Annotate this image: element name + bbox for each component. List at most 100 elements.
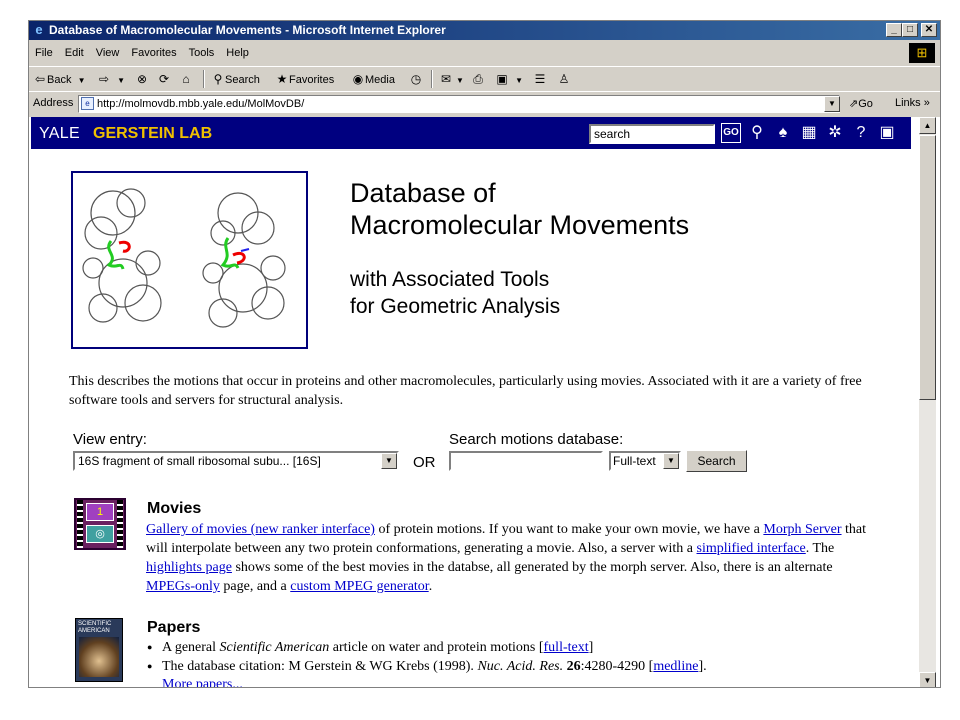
scroll-down-button[interactable]: ▼: [919, 672, 936, 687]
lab-header: YALE GERSTEIN LAB search GO ⚲ ♠ ▦ ✲ ? ▣: [31, 117, 911, 149]
browser-window: e Database of Macromolecular Movements -…: [28, 20, 941, 688]
film-frame: ◎: [86, 525, 114, 543]
yale-label[interactable]: YALE: [39, 125, 80, 143]
discuss-icon: ☰: [534, 72, 546, 86]
go-arrow-icon: ⇗: [849, 98, 859, 110]
print-icon: ⎙: [473, 72, 483, 86]
movies-film-icon[interactable]: 1 ◎: [74, 498, 126, 550]
address-bar: Address e http://molmovdb.mbb.yale.edu/M…: [29, 91, 940, 115]
menu-edit[interactable]: Edit: [59, 42, 90, 59]
messenger-button[interactable]: ♙: [557, 71, 571, 87]
home-icon: ⌂: [182, 72, 190, 86]
save-disk-icon[interactable]: ▣: [877, 123, 897, 143]
list-item: The database citation: M Gerstein & WG K…: [147, 657, 882, 676]
full-text-link[interactable]: full-text: [544, 640, 589, 655]
medline-link[interactable]: medline: [653, 659, 698, 674]
molecule-icon[interactable]: ✲: [825, 123, 845, 143]
search-motions-label: Search motions database:: [449, 431, 624, 448]
menu-view[interactable]: View: [90, 42, 126, 59]
scroll-thumb[interactable]: [919, 135, 936, 400]
go-button[interactable]: ⇗Go: [849, 97, 873, 110]
site-search-input[interactable]: search: [589, 124, 715, 144]
minimize-button[interactable]: _: [886, 23, 902, 37]
forward-arrow-icon: ⇨: [98, 72, 110, 86]
scientific-american-cover[interactable]: SCIENTIFIC AMERICAN: [75, 618, 123, 682]
stop-button[interactable]: ⊗: [135, 71, 149, 87]
back-button[interactable]: ⇦ Back ▼: [33, 71, 89, 87]
or-label: OR: [413, 454, 436, 471]
view-entry-label: View entry:: [73, 431, 147, 448]
ie-logo-icon: e: [35, 22, 43, 37]
bicycle-icon[interactable]: ⚲: [747, 123, 767, 143]
forward-button[interactable]: ⇨ ▼: [97, 71, 128, 87]
favorites-button[interactable]: ★ Favorites: [275, 71, 335, 87]
film-perforation: [117, 500, 123, 548]
protein-structure-illustration: [82, 188, 286, 328]
film-icon[interactable]: ▦: [799, 123, 819, 143]
film-perforation: [77, 500, 83, 548]
scroll-up-button[interactable]: ▲: [919, 117, 936, 134]
simplified-interface-link[interactable]: simplified interface: [697, 541, 806, 556]
papers-heading: Papers: [147, 619, 201, 636]
molecule-image: [71, 171, 308, 349]
chevron-down-icon: ▼: [456, 76, 464, 85]
address-label: Address: [33, 97, 74, 109]
search-motions-button[interactable]: Search: [686, 450, 747, 472]
title-bar[interactable]: e Database of Macromolecular Movements -…: [29, 21, 940, 40]
edit-button[interactable]: ▣ ▼: [495, 71, 526, 87]
chevron-down-icon: ▼: [117, 76, 126, 85]
search-mode-select[interactable]: Full-text ▼: [609, 451, 681, 471]
more-papers-link[interactable]: More papers...: [162, 677, 243, 687]
page-viewport: YALE GERSTEIN LAB search GO ⚲ ♠ ▦ ✲ ? ▣: [29, 117, 940, 687]
chevron-down-icon[interactable]: ▼: [381, 453, 397, 469]
page-subtitle: with Associated Tools for Geometric Anal…: [350, 268, 561, 318]
links-button[interactable]: Links »: [895, 97, 930, 109]
view-entry-select[interactable]: 16S fragment of small ribosomal subu... …: [73, 451, 399, 471]
favorites-icon: ★: [276, 72, 288, 86]
chevron-down-icon: ▼: [77, 76, 86, 85]
edit-icon: ▣: [496, 72, 508, 86]
help-icon[interactable]: ?: [851, 123, 871, 143]
maximize-button[interactable]: □: [902, 23, 918, 37]
movies-heading: Movies: [147, 500, 202, 517]
print-button[interactable]: ⎙: [471, 71, 485, 87]
search-button[interactable]: ⚲ Search: [211, 71, 260, 87]
mpegs-only-link[interactable]: MPEGs-only: [146, 579, 220, 594]
highlights-page-link[interactable]: highlights page: [146, 560, 232, 575]
close-button[interactable]: ✕: [921, 23, 937, 37]
refresh-button[interactable]: ⟳: [157, 71, 171, 87]
custom-mpeg-link[interactable]: custom MPEG generator: [290, 579, 428, 594]
home-button[interactable]: ⌂: [179, 71, 193, 87]
site-go-button[interactable]: GO: [721, 123, 741, 143]
toolbar-separator: [431, 70, 433, 88]
gallery-link[interactable]: Gallery of movies (new ranker interface): [146, 522, 375, 537]
chevron-down-icon: ▼: [515, 76, 524, 85]
address-dropdown-button[interactable]: ▼: [824, 96, 840, 112]
mail-icon: ✉: [440, 72, 452, 86]
menu-help[interactable]: Help: [220, 42, 255, 59]
vertical-scrollbar[interactable]: ▲ ▼: [919, 117, 936, 687]
address-input[interactable]: e http://molmovdb.mbb.yale.edu/MolMovDB/: [78, 95, 840, 113]
media-icon: ◉: [352, 72, 364, 86]
page-title: Database of Macromolecular Movements: [350, 178, 690, 240]
windows-logo-icon: ⊞: [909, 43, 935, 63]
discuss-button[interactable]: ☰: [533, 71, 547, 87]
tree-icon[interactable]: ♠: [773, 123, 793, 143]
menu-favorites[interactable]: Favorites: [125, 42, 182, 59]
menu-bar: File Edit View Favorites Tools Help ⊞: [29, 42, 940, 64]
menu-tools[interactable]: Tools: [183, 42, 221, 59]
toolbar-separator: [203, 70, 205, 88]
search-motions-input[interactable]: [449, 451, 603, 471]
papers-list: A general Scientific American article on…: [147, 638, 882, 676]
gerstein-lab-link[interactable]: GERSTEIN LAB: [93, 125, 212, 143]
media-button[interactable]: ◉ Media: [351, 71, 395, 87]
history-button[interactable]: ◷: [409, 71, 423, 87]
chevron-down-icon[interactable]: ▼: [663, 453, 679, 469]
history-icon: ◷: [410, 72, 422, 86]
toolbar: ⇦ Back ▼ ⇨ ▼ ⊗ ⟳ ⌂ ⚲ Search ★ Favorites ◉ Me…: [29, 66, 940, 90]
morph-server-link[interactable]: Morph Server: [763, 522, 841, 537]
refresh-icon: ⟳: [158, 72, 170, 86]
mail-button[interactable]: ✉ ▼: [439, 71, 467, 87]
film-frame: 1: [86, 503, 114, 521]
menu-file[interactable]: File: [29, 42, 59, 59]
